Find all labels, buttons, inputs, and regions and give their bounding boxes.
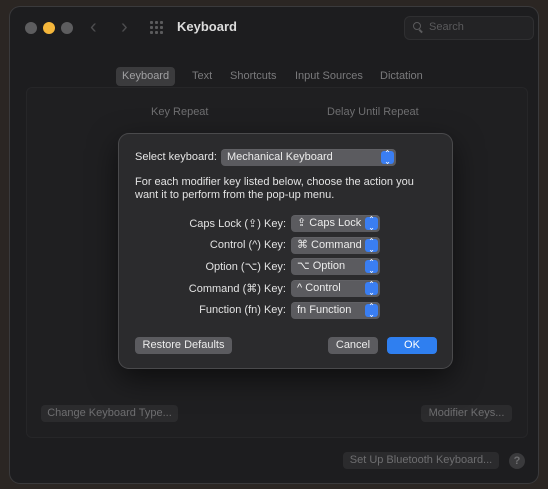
modifier-keys-button[interactable]: Modifier Keys... <box>421 405 512 422</box>
command-key-value: ^ Control <box>297 282 341 294</box>
command-key-popup[interactable]: ^ Control ⌃ ⌃ <box>291 280 380 297</box>
tab-input-sources[interactable]: Input Sources <box>295 67 363 86</box>
cancel-button[interactable]: Cancel <box>328 337 378 354</box>
key-repeat-label: Key Repeat <box>151 106 209 118</box>
restore-defaults-button[interactable]: Restore Defaults <box>135 337 232 354</box>
forward-chevron-icon[interactable]: › <box>121 17 128 37</box>
show-all-grid-icon[interactable] <box>150 21 164 35</box>
chevron-updown-icon: ⌃ ⌃ <box>365 216 378 231</box>
window-title: Keyboard <box>177 19 237 34</box>
tab-shortcuts[interactable]: Shortcuts <box>230 67 276 86</box>
control-key-label: Control (^) Key: <box>209 239 286 251</box>
set-up-bluetooth-keyboard-button[interactable]: Set Up Bluetooth Keyboard... <box>343 452 499 469</box>
back-chevron-icon[interactable]: ‹ <box>90 17 97 37</box>
option-key-popup[interactable]: ⌥ Option ⌃ ⌃ <box>291 258 380 275</box>
function-key-value: fn Function <box>297 304 352 316</box>
control-key-value: ⌘ Command <box>297 239 362 251</box>
keyboard-select-value: Mechanical Keyboard <box>227 151 333 163</box>
zoom-window-button[interactable] <box>61 22 73 34</box>
chevron-updown-icon: ⌃ ⌃ <box>365 259 378 274</box>
instructions-text: For each modifier key listed below, choo… <box>135 176 414 201</box>
search-field[interactable]: Search <box>404 16 534 40</box>
caps-lock-key-value: ⇪ Caps Lock <box>297 217 362 229</box>
tab-dictation[interactable]: Dictation <box>380 67 423 86</box>
minimize-window-button[interactable] <box>43 22 55 34</box>
title-bar: ‹ › Keyboard Search <box>10 7 538 49</box>
option-key-label: Option (⌥) Key: <box>205 261 286 273</box>
command-key-label: Command (⌘) Key: <box>188 283 286 295</box>
search-icon <box>413 22 423 33</box>
tab-text[interactable]: Text <box>192 67 212 86</box>
option-key-value: ⌥ Option <box>297 260 346 272</box>
chevron-updown-icon: ⌃ ⌃ <box>365 281 378 296</box>
caps-lock-key-popup[interactable]: ⇪ Caps Lock ⌃ ⌃ <box>291 215 380 232</box>
delay-until-repeat-label: Delay Until Repeat <box>327 106 419 118</box>
help-icon[interactable]: ? <box>509 453 525 469</box>
control-key-popup[interactable]: ⌘ Command ⌃ ⌃ <box>291 237 380 254</box>
tab-keyboard[interactable]: Keyboard <box>116 67 176 86</box>
function-key-popup[interactable]: fn Function ⌃ ⌃ <box>291 302 380 319</box>
chevron-updown-icon: ⌃ ⌃ <box>365 238 378 253</box>
close-window-button[interactable] <box>25 22 37 34</box>
caps-lock-key-label: Caps Lock (⇪) Key: <box>189 218 286 230</box>
chevron-updown-icon: ⌃ ⌃ <box>365 303 378 318</box>
change-keyboard-type-button[interactable]: Change Keyboard Type... <box>41 405 178 422</box>
keyboard-select-popup[interactable]: Mechanical Keyboard ⌃ ⌃ <box>221 149 396 166</box>
modifier-keys-dialog: Select keyboard: Mechanical Keyboard ⌃ ⌃ … <box>119 134 452 368</box>
chevron-updown-icon: ⌃ ⌃ <box>381 150 394 165</box>
function-key-label: Function (fn) Key: <box>199 304 286 316</box>
ok-button[interactable]: OK <box>387 337 437 354</box>
select-keyboard-label: Select keyboard: <box>135 151 217 163</box>
search-placeholder: Search <box>429 21 464 33</box>
keyboard-settings-window: ‹ › Keyboard Search Keyboard Text Shortc… <box>10 7 538 483</box>
